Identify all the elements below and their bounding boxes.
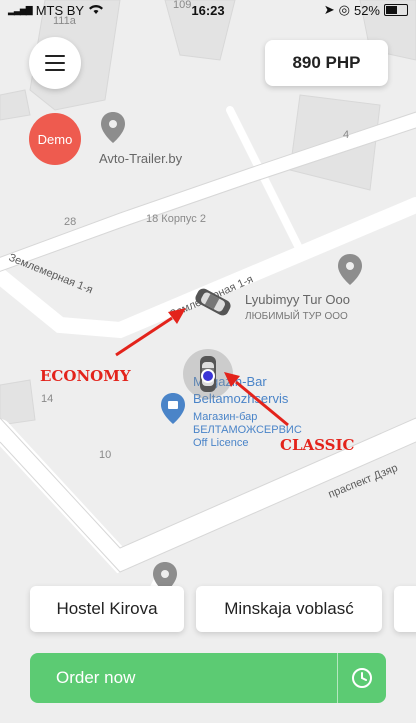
location-arrow-icon: ➤ <box>323 2 335 17</box>
destination-chip-hostel-kirova[interactable]: Hostel Kirova <box>30 586 184 632</box>
menu-button[interactable] <box>29 37 81 89</box>
poi-label: Avto-Trailer.by <box>99 151 183 166</box>
building-number-10: 10 <box>99 449 111 461</box>
building-number-14: 14 <box>41 393 53 405</box>
carrier-label: MTS BY <box>35 2 85 18</box>
battery-percent: 52% <box>353 2 380 18</box>
schedule-clock-icon <box>352 668 372 688</box>
poi-subtitle-2: БЕЛТАМОЖСЕРВИС <box>193 424 302 436</box>
hamburger-icon <box>45 55 65 71</box>
status-bar: ▂▃▅▇ MTS BY 16:23 ➤ ◎ 52% <box>0 0 416 20</box>
building-number-18k2: 18 Корпус 2 <box>146 213 206 225</box>
destination-chip-minskaja[interactable]: Minskaja voblasć <box>196 586 382 632</box>
schedule-button[interactable] <box>338 653 386 703</box>
building-number-4: 4 <box>343 129 349 141</box>
wifi-icon <box>88 3 104 18</box>
poi-label: Lyubimyy Tur Ooo <box>245 292 350 307</box>
building-number-28: 28 <box>64 216 76 228</box>
user-location-dot <box>201 369 215 383</box>
order-bar: Order now <box>30 653 386 703</box>
demo-badge[interactable]: Demo <box>29 113 81 165</box>
poi-subtitle-1: Магазин-бар <box>193 411 257 423</box>
destination-chip-more[interactable] <box>394 586 416 632</box>
battery-icon <box>384 4 408 16</box>
price-button[interactable]: 890 PHP <box>265 40 388 86</box>
signal-bars-icon: ▂▃▅▇ <box>8 4 33 15</box>
poi-subtitle-3: Off Licence <box>193 437 248 449</box>
order-now-button[interactable]: Order now <box>30 668 337 688</box>
poi-subtitle: ЛЮБИМЫЙ ТУР ООО <box>245 309 348 322</box>
annotation-economy-label: ECONOMY <box>40 367 131 385</box>
annotation-classic-label: CLASSIC <box>280 436 354 454</box>
rotation-lock-icon: ◎ <box>338 2 350 17</box>
destination-chips: Hostel Kirova Minskaja voblasć <box>0 586 416 634</box>
